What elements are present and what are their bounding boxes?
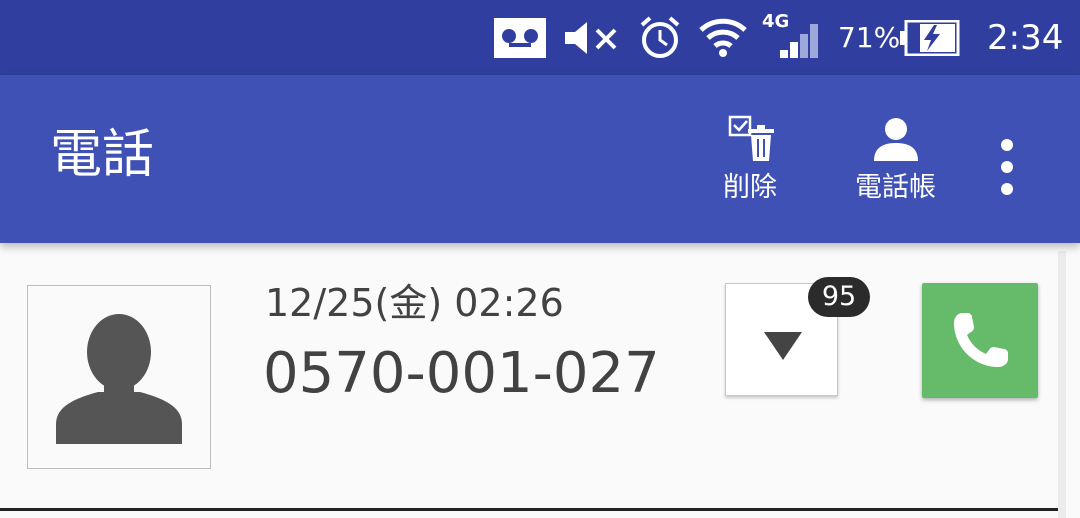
count-badge: 95 (808, 277, 870, 317)
divider (0, 508, 1058, 511)
person-silhouette-icon (28, 286, 210, 468)
delete-select-icon (722, 115, 778, 167)
contacts-label: 電話帳 (855, 172, 936, 203)
avatar[interactable] (27, 285, 211, 469)
contacts-person-icon (872, 115, 920, 167)
scrollbar[interactable] (1058, 251, 1066, 518)
delete-button[interactable]: 削除 (722, 115, 778, 205)
voicemail-icon (494, 0, 546, 75)
call-button[interactable] (922, 283, 1038, 398)
clock: 2:34 (987, 17, 1064, 58)
call-log-list: 12/25(金) 02:26 0570-001-027 95 (0, 243, 1080, 518)
battery-charging-icon (900, 0, 960, 75)
page-title: 電話 (50, 125, 155, 185)
app-bar: 電話 削除 電話帳 (0, 75, 1080, 243)
wifi-icon (698, 0, 748, 75)
phone-number: 0570-001-027 (263, 341, 660, 406)
contacts-button[interactable]: 電話帳 (855, 115, 936, 205)
battery-percent: 71% (838, 21, 901, 54)
alarm-icon (638, 0, 682, 75)
call-date: 12/25(金) 02:26 (265, 281, 564, 325)
network-label: 4G (762, 11, 790, 32)
mute-icon (563, 0, 619, 75)
more-vert-icon[interactable] (988, 131, 1028, 203)
status-bar: 4G 71% 2:34 (0, 0, 1080, 75)
delete-label: 削除 (723, 172, 777, 203)
signal-4g-icon: 4G (762, 0, 828, 75)
phone-icon (922, 283, 1038, 398)
